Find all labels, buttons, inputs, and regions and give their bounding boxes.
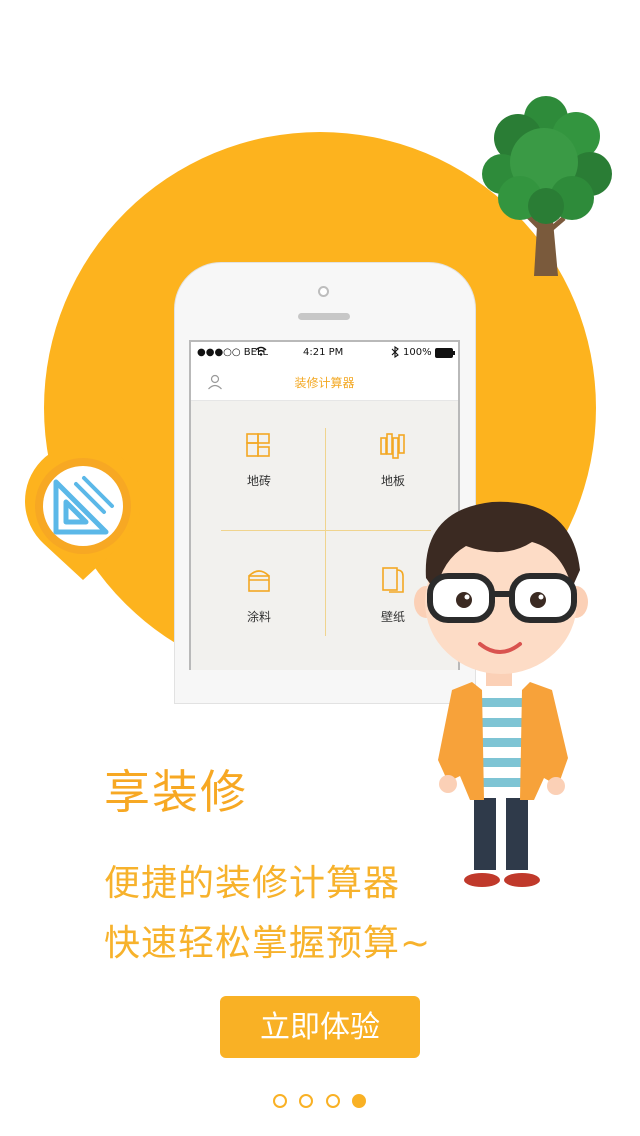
headline: 享装修 (104, 765, 248, 819)
grid-label-paint: 涂料 (246, 610, 271, 624)
subtitle-line-1: 便捷的装修计算器 (104, 863, 401, 904)
grid-label-floor: 地板 (380, 474, 405, 488)
nav-bar: 装修计算器 (191, 364, 458, 401)
page-dot-1[interactable] (273, 1094, 287, 1108)
page-dot-4-active[interactable] (352, 1094, 366, 1108)
status-time: 4:21 PM (303, 347, 344, 358)
bluetooth-icon (391, 345, 399, 361)
cartoon-boy-illustration (414, 501, 588, 887)
phone-speaker (298, 313, 350, 320)
battery-percent: 100% (403, 347, 432, 358)
tree-illustration (482, 96, 612, 276)
grid-label-tile: 地砖 (246, 474, 271, 488)
try-now-button[interactable]: 立即体验 (220, 996, 420, 1058)
page-dot-3[interactable] (326, 1094, 340, 1108)
phone-camera (318, 286, 329, 297)
paint-icon (248, 570, 270, 592)
wifi-icon (255, 346, 267, 359)
nav-title: 装修计算器 (294, 376, 355, 390)
tile-icon (246, 433, 270, 457)
subtitle-line-2: 快速轻松掌握预算~ (104, 923, 432, 964)
page-dot-2[interactable] (299, 1094, 313, 1108)
grid-item-paint[interactable]: 涂料 (229, 566, 289, 636)
grid-divider-horizontal (221, 530, 431, 531)
battery-icon (435, 348, 455, 361)
wallpaper-icon (382, 567, 404, 593)
grid-item-tile[interactable]: 地砖 (229, 432, 289, 502)
grid-divider-vertical (325, 428, 326, 636)
floor-icon (380, 433, 405, 459)
ruler-pin-icon (25, 448, 141, 580)
status-bar: ●●●○○ BELL 4:21 PM 100% (191, 342, 458, 364)
